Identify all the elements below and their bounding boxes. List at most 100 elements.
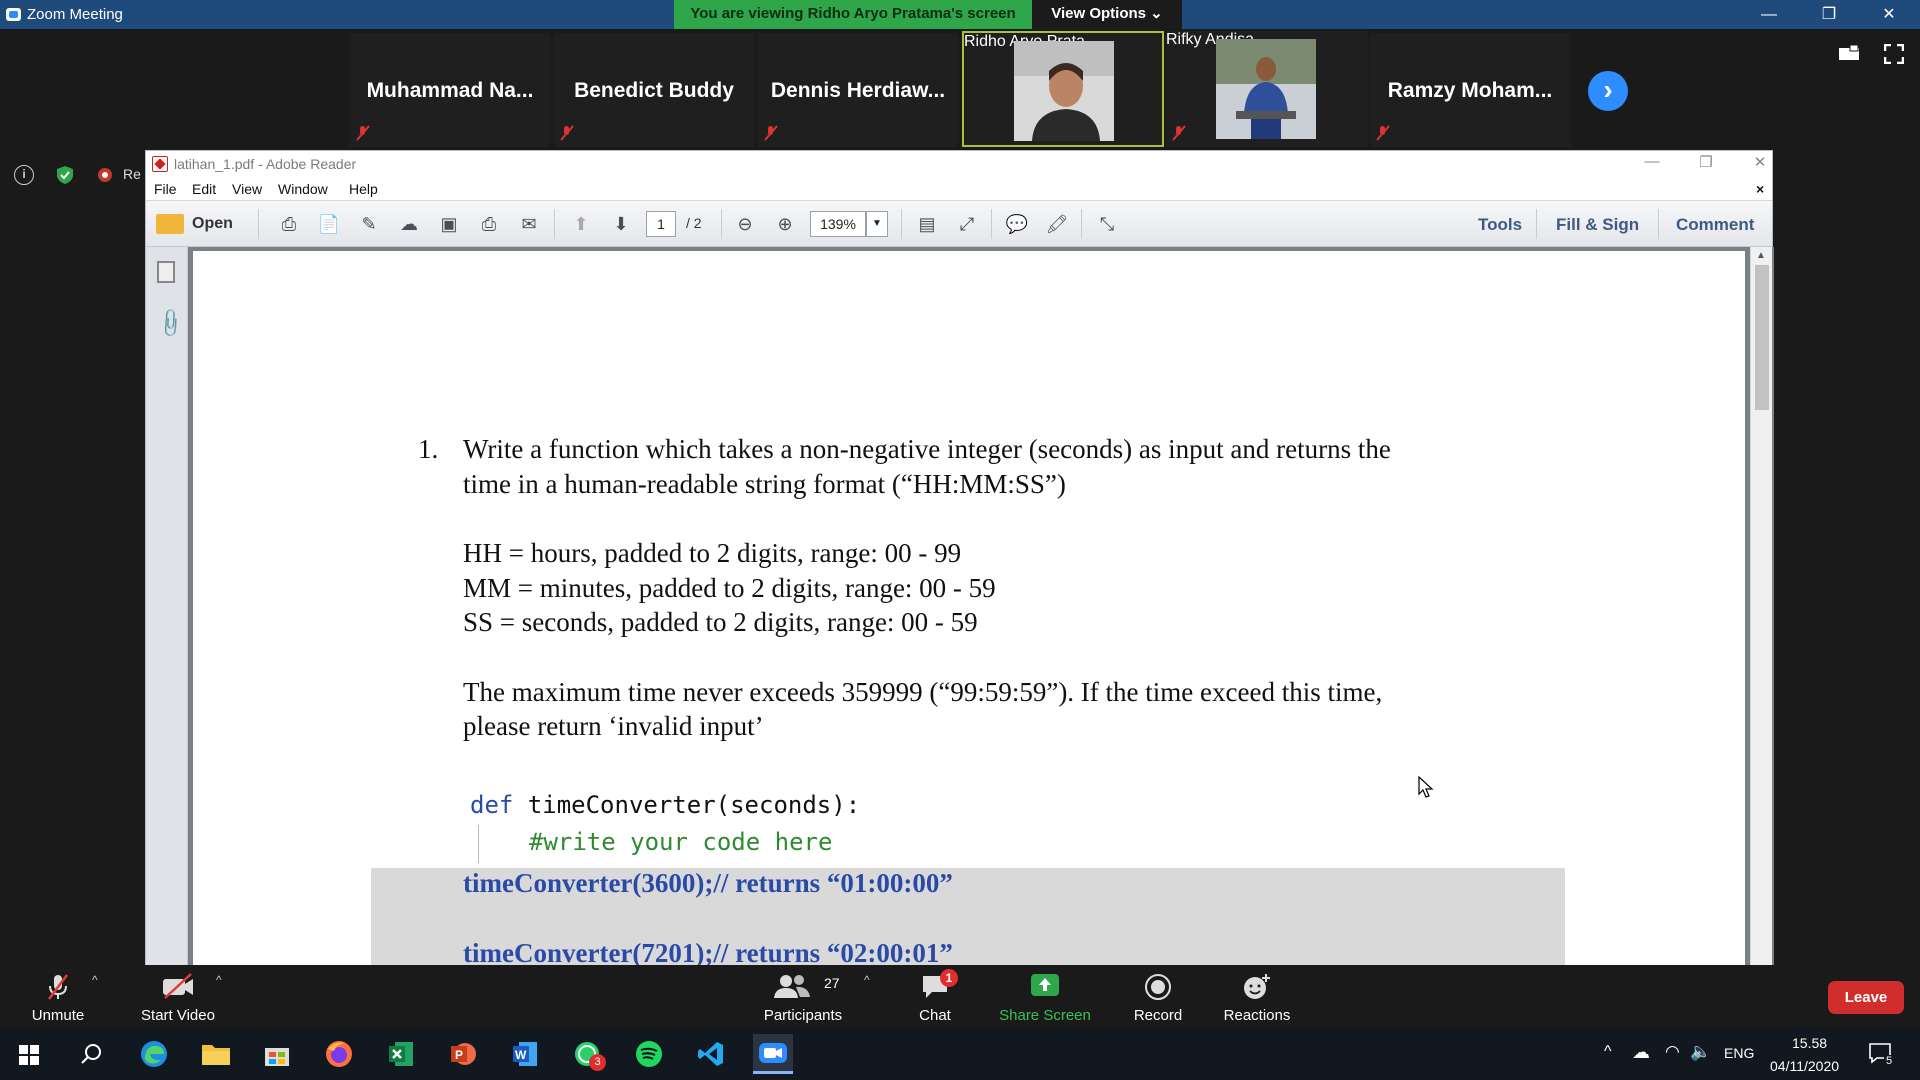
reader-close-icon[interactable]: ✕ <box>1740 153 1780 175</box>
clock-date[interactable]: 04/11/2020 <box>1770 1058 1839 1074</box>
participant-tile[interactable]: Muhammad Na... <box>350 33 550 147</box>
mic-muted-icon <box>764 125 778 141</box>
chat-button[interactable]: 1 Chat <box>900 965 970 1027</box>
email-icon[interactable]: ✉ <box>516 211 542 237</box>
participant-tile[interactable]: Ramzy Moham... <box>1370 33 1570 147</box>
unmute-button[interactable]: Unmute <box>18 965 98 1027</box>
highlight-icon[interactable]: 🖍 <box>1044 211 1070 237</box>
next-page-icon[interactable]: ⬇ <box>608 211 634 237</box>
vertical-scrollbar[interactable]: ▲ <box>1750 247 1772 966</box>
fit-width-icon[interactable]: ⤢ <box>954 211 980 237</box>
code-line: def timeConverter(seconds): <box>470 791 860 819</box>
zoom-level-input[interactable]: 139% <box>810 211 866 237</box>
attachments-icon[interactable]: 📎 <box>153 306 188 341</box>
menu-view[interactable]: View <box>232 181 262 197</box>
reader-restore-icon[interactable]: ❐ <box>1686 153 1726 175</box>
zoom-out-icon[interactable]: ⊖ <box>732 211 758 237</box>
page-number-input[interactable]: 1 <box>646 211 676 237</box>
edge-icon[interactable] <box>134 1034 174 1074</box>
menu-window[interactable]: Window <box>278 181 328 197</box>
start-video-button[interactable]: Start Video <box>128 965 228 1027</box>
fullscreen-icon[interactable] <box>1884 44 1904 64</box>
mic-muted-icon <box>48 974 68 1000</box>
audio-options-caret-icon[interactable]: ^ <box>92 973 98 987</box>
participants-count: 27 <box>824 975 840 991</box>
page-total: / 2 <box>686 215 702 231</box>
clock-time[interactable]: 15.58 <box>1792 1035 1827 1051</box>
language-indicator[interactable]: ENG <box>1724 1045 1754 1061</box>
doc-text-line: time in a human-readable string format (… <box>463 469 1066 499</box>
vscode-icon[interactable] <box>691 1034 731 1074</box>
previous-page-icon[interactable]: ⬆ <box>568 211 594 237</box>
firefox-icon[interactable] <box>319 1034 359 1074</box>
full-screen-mode-icon[interactable]: ⤡ <box>1094 211 1120 237</box>
participant-tile[interactable]: Benedict Buddy <box>554 33 754 147</box>
zoom-taskbar-icon[interactable] <box>753 1034 793 1074</box>
security-shield-icon[interactable] <box>55 165 75 185</box>
fit-page-icon[interactable]: ▤ <box>914 211 940 237</box>
show-hidden-icons-caret[interactable]: ^ <box>1604 1043 1612 1061</box>
page-thumbnails-icon[interactable] <box>157 261 175 283</box>
restore-icon[interactable]: ❐ <box>1814 4 1844 26</box>
create-pdf-icon[interactable]: ⎙ <box>276 211 302 237</box>
participant-video-tile[interactable]: Ridho Aryo Prata... <box>962 31 1164 147</box>
meeting-controls: Unmute ^ Start Video ^ 27 Participants ^… <box>0 965 1920 1027</box>
participants-caret-icon[interactable]: ^ <box>864 973 870 987</box>
print-icon[interactable]: ⎙ <box>476 211 502 237</box>
cloud-sync-icon[interactable]: ☁ <box>1632 1042 1650 1063</box>
zoom-in-icon[interactable]: ⊕ <box>772 211 798 237</box>
file-explorer-icon[interactable] <box>196 1034 236 1074</box>
edit-pdf-icon[interactable]: ✎ <box>356 211 382 237</box>
menu-help[interactable]: Help <box>349 181 378 197</box>
close-document-icon[interactable]: × <box>1756 181 1764 197</box>
scroll-up-icon[interactable]: ▲ <box>1756 250 1766 261</box>
search-icon[interactable] <box>80 1043 102 1065</box>
record-button[interactable]: Record <box>1118 965 1198 1027</box>
gallery-layout-icon[interactable] <box>1838 44 1860 62</box>
minimize-icon[interactable]: — <box>1754 4 1784 26</box>
reader-minimize-icon[interactable]: — <box>1632 153 1672 175</box>
sticky-note-icon[interactable]: 💬 <box>1004 211 1030 237</box>
fill-sign-link[interactable]: Fill & Sign <box>1556 215 1639 235</box>
windows-start-icon[interactable] <box>19 1045 39 1065</box>
export-pdf-icon[interactable]: 📄 <box>316 211 342 237</box>
next-page-arrow-icon[interactable]: › <box>1588 71 1628 111</box>
meeting-info-icon[interactable]: i <box>14 165 34 185</box>
participant-video-tile[interactable]: Rifky Andisa <box>1166 31 1368 147</box>
save-icon[interactable]: ▣ <box>436 211 462 237</box>
leave-button[interactable]: Leave <box>1828 981 1904 1014</box>
volume-icon[interactable]: 🔈 <box>1690 1042 1711 1062</box>
upload-cloud-icon[interactable]: ☁ <box>396 211 422 237</box>
participant-name: Benedict Buddy <box>574 79 734 102</box>
folder-icon <box>156 214 184 234</box>
zoom-dropdown-icon[interactable]: ▼ <box>866 211 888 237</box>
participants-icon <box>774 975 811 998</box>
microsoft-store-icon[interactable] <box>257 1034 297 1074</box>
mic-muted-icon <box>560 125 574 141</box>
close-icon[interactable]: ✕ <box>1874 4 1904 26</box>
recording-label: Re <box>123 166 141 182</box>
scrollbar-thumb[interactable] <box>1755 265 1769 410</box>
share-screen-button[interactable]: Share Screen <box>995 965 1095 1027</box>
menu-file[interactable]: File <box>154 181 177 197</box>
participant-photo <box>1014 41 1114 141</box>
excel-icon[interactable] <box>381 1034 421 1074</box>
navigation-pane: 📎 <box>146 247 188 966</box>
window-title: Zoom Meeting <box>27 6 123 23</box>
reactions-button[interactable]: Reactions <box>1217 965 1297 1027</box>
word-icon[interactable]: W <box>505 1034 545 1074</box>
open-button[interactable]: Open <box>156 211 233 237</box>
participants-button[interactable]: 27 Participants <box>758 965 848 1027</box>
video-options-caret-icon[interactable]: ^ <box>216 973 222 987</box>
participant-tile[interactable]: Dennis Herdiaw... <box>758 33 958 147</box>
notification-count: 5 <box>1884 1055 1895 1067</box>
wifi-icon[interactable]: ◠ <box>1665 1042 1680 1062</box>
spotify-icon[interactable] <box>629 1034 669 1074</box>
view-options-button[interactable]: View Options ⌄ <box>1032 0 1182 29</box>
whatsapp-icon[interactable]: 3 <box>567 1034 607 1074</box>
comment-link[interactable]: Comment <box>1676 215 1754 235</box>
powerpoint-icon[interactable]: P <box>443 1034 483 1074</box>
tools-link[interactable]: Tools <box>1478 215 1522 235</box>
reactions-label: Reactions <box>1223 1007 1291 1024</box>
menu-edit[interactable]: Edit <box>192 181 216 197</box>
